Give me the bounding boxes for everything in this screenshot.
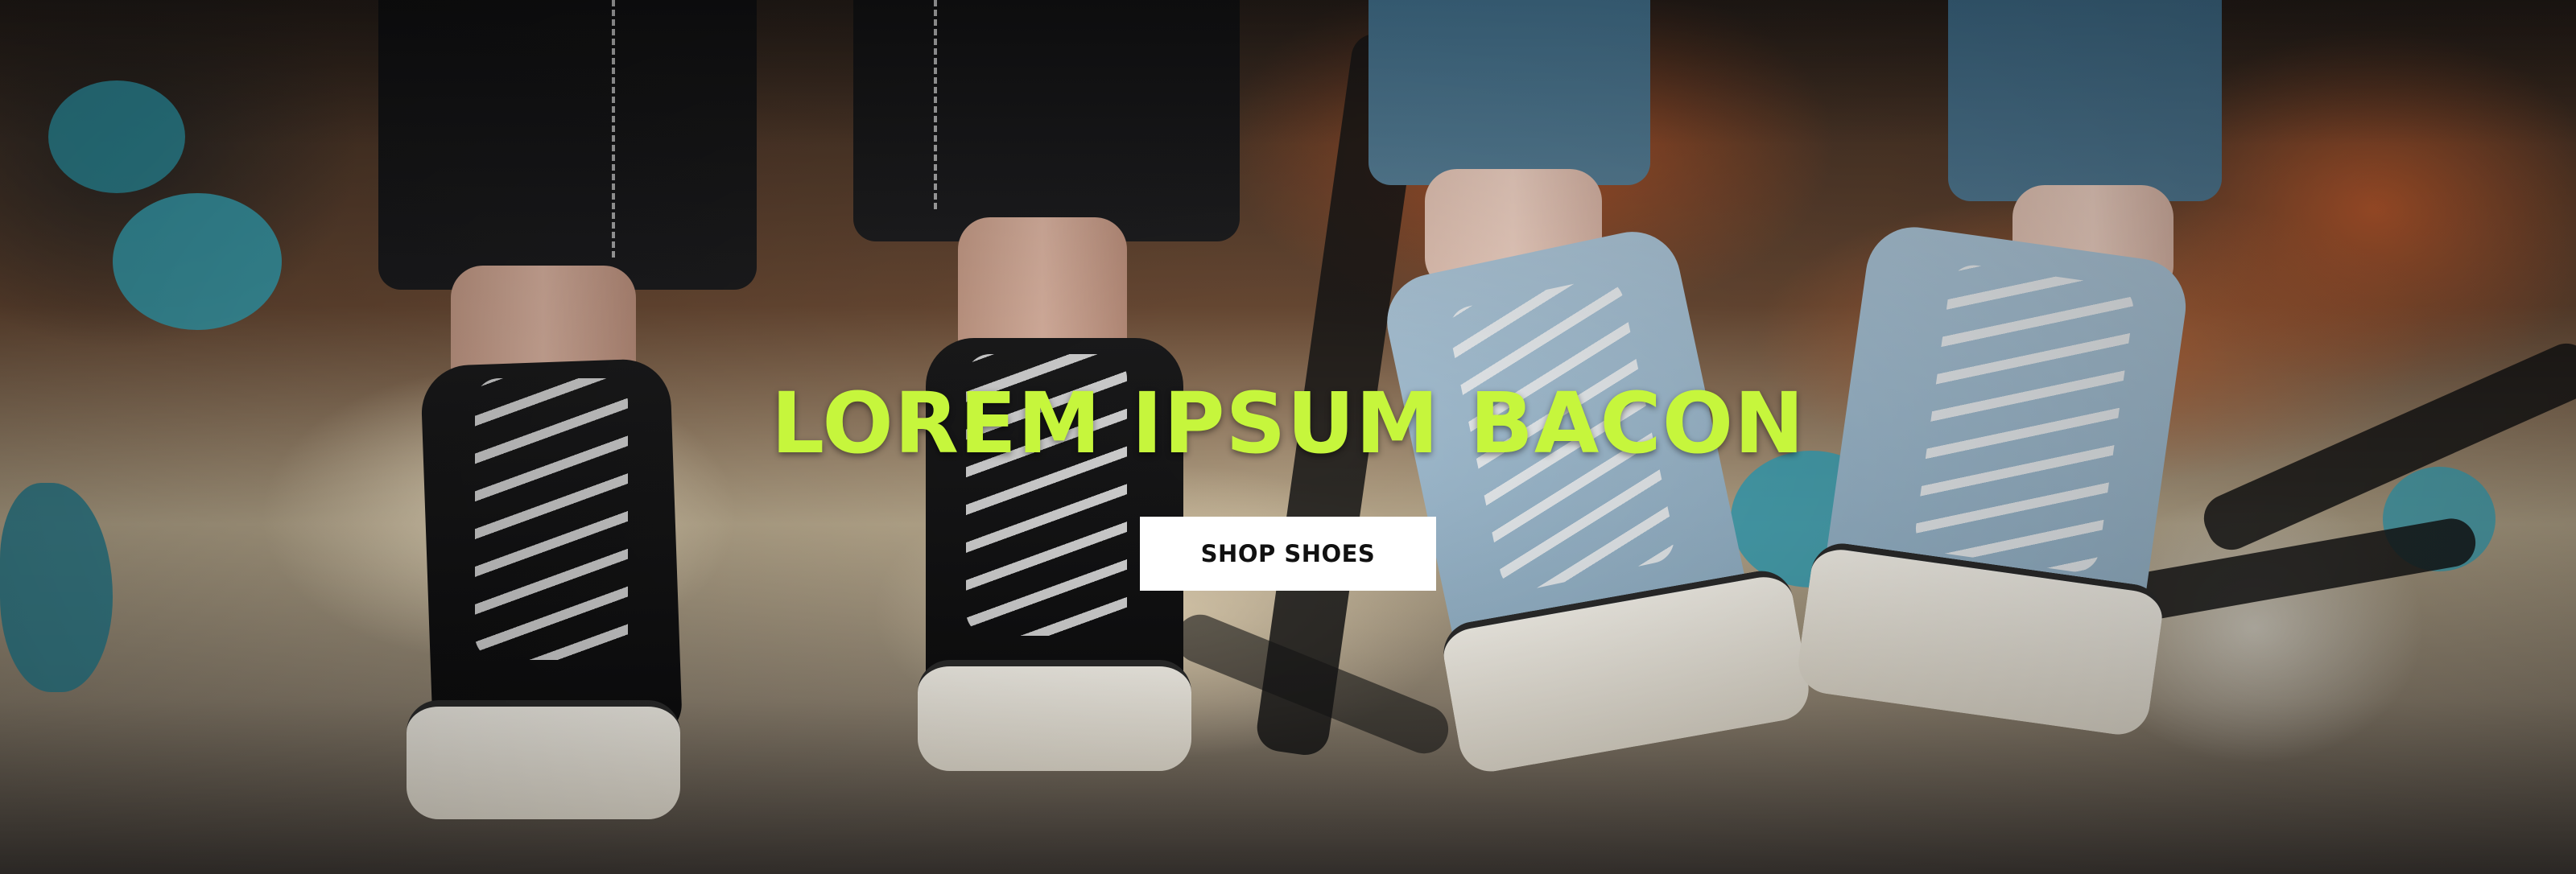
hero-headline: LOREM IPSUM BACON (770, 374, 1806, 472)
shop-shoes-button[interactable]: SHOP SHOES (1140, 517, 1436, 591)
hero-content: LOREM IPSUM BACON SHOP SHOES (0, 375, 2576, 591)
hero-banner: LOREM IPSUM BACON SHOP SHOES (0, 0, 2576, 874)
